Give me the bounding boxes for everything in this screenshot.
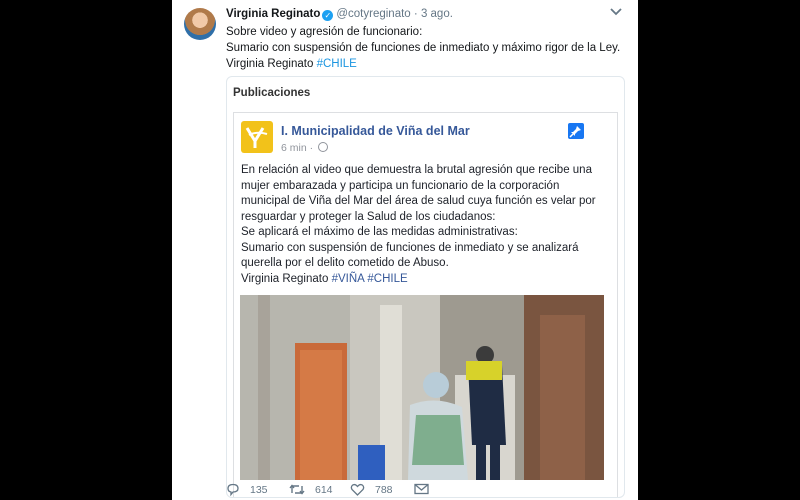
verified-badge-icon: ✓ (322, 10, 334, 21)
hashtag-link[interactable]: #CHILE (317, 58, 357, 70)
author-handle[interactable]: @cotyreginato (336, 8, 410, 20)
facebook-post[interactable]: I. Municipalidad de Viña del Mar 6 min ·… (233, 112, 618, 497)
like-button[interactable]: 788 (350, 483, 393, 496)
tweet-date[interactable]: 3 ago. (421, 8, 453, 20)
retweet-count: 614 (315, 483, 333, 496)
post-line-3: municipal de Viña del Mar del área de sa… (241, 195, 596, 207)
tweet-line-1: Sobre video y agresión de funcionario: (226, 26, 423, 38)
page-name-link[interactable]: I. Municipalidad de Viña del Mar (281, 124, 470, 138)
tweet-header: Virginia Reginato ✓ @cotyreginato · 3 ago. (226, 8, 453, 21)
reply-button[interactable]: 135 (226, 483, 268, 496)
post-line-1: En relación al video que demuestra la br… (241, 164, 592, 176)
tweet-line-2: Sumario con suspensión de funciones de i… (226, 42, 621, 54)
tweet-text: Sobre video y agresión de funcionario: S… (226, 24, 626, 72)
embedded-card[interactable]: Publicaciones I. Municipalidad de Viña d… (226, 76, 625, 498)
header-separator: · (413, 8, 418, 20)
post-line-7: querella por el delito cometido de Abuso… (241, 257, 449, 269)
dm-button[interactable] (414, 483, 439, 495)
post-line-2: mujer embarazada y participa un funciona… (241, 179, 560, 192)
post-line-5: Se aplicará el máximo de las medidas adm… (241, 226, 518, 238)
chevron-down-icon[interactable] (609, 6, 623, 18)
post-line-4: resguardar y proteger la Salud de los ci… (241, 210, 496, 223)
globe-icon (318, 142, 329, 152)
reply-icon (227, 483, 239, 496)
envelope-icon (414, 483, 429, 495)
post-line-6: Sumario con suspensión de funciones de i… (241, 241, 579, 254)
tweet-actions: 135 614 788 (226, 483, 626, 499)
tweet-line-3: Virginia Reginato (226, 58, 317, 70)
author-name[interactable]: Virginia Reginato (226, 8, 320, 20)
reply-count: 135 (250, 483, 268, 496)
avatar[interactable] (184, 8, 216, 40)
page-logo[interactable] (241, 121, 273, 153)
pin-icon[interactable] (568, 123, 584, 139)
heart-icon (350, 483, 365, 496)
video-thumbnail[interactable] (240, 295, 604, 480)
tweet[interactable]: Virginia Reginato ✓ @cotyreginato · 3 ago.… (172, 0, 638, 500)
retweet-icon (289, 484, 305, 495)
post-hashtags[interactable]: #VIÑA #CHILE (332, 273, 408, 285)
post-signature: Virginia Reginato (241, 272, 332, 285)
card-title: Publicaciones (233, 87, 311, 99)
post-time: 6 min · (281, 142, 329, 154)
like-count: 788 (375, 483, 393, 496)
post-text: En relación al video que demuestra la br… (241, 163, 611, 287)
retweet-button[interactable]: 614 (289, 483, 333, 496)
